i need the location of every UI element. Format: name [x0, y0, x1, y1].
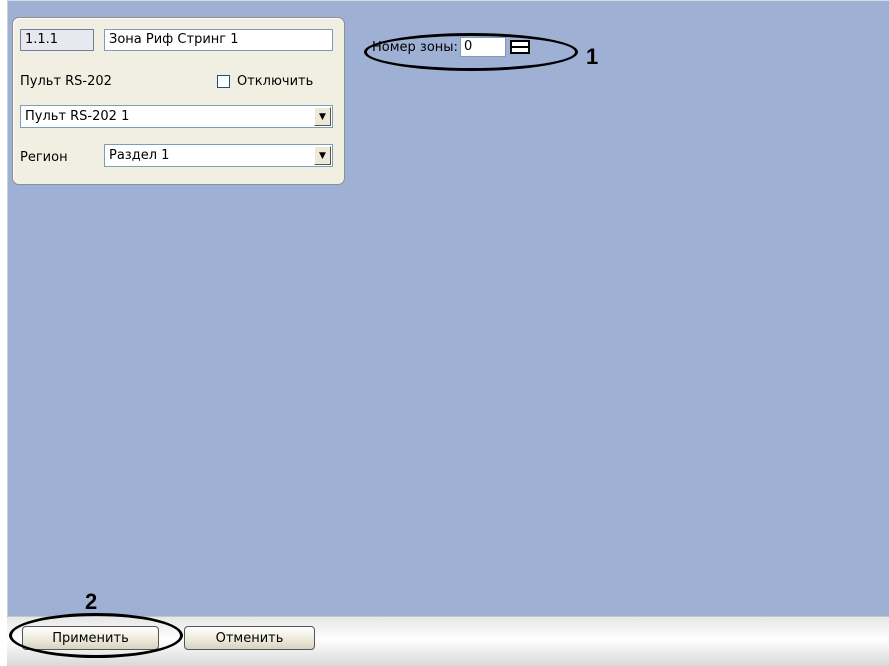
- region-select-value: Раздел 1: [109, 148, 170, 163]
- region-label: Регион: [20, 150, 68, 165]
- object-name-field[interactable]: Зона Риф Стринг 1: [104, 29, 333, 51]
- chevron-down-icon[interactable]: ▼: [314, 107, 331, 126]
- disable-checkbox-group[interactable]: Отключить: [217, 74, 313, 89]
- disable-checkbox-label: Отключить: [237, 74, 314, 89]
- console-select-value: Пульт RS-202 1: [25, 109, 130, 124]
- object-settings-panel: 1.1.1 Зона Риф Стринг 1 Пульт RS-202 Отк…: [12, 17, 345, 185]
- callout-ellipse-2: [9, 613, 183, 658]
- callout-number-1: 1: [586, 44, 599, 69]
- console-select[interactable]: Пульт RS-202 1 ▼: [20, 105, 333, 128]
- chevron-down-icon[interactable]: ▼: [314, 146, 331, 165]
- region-select[interactable]: Раздел 1 ▼: [104, 144, 333, 167]
- callout-ellipse-1: [364, 33, 578, 71]
- cancel-button[interactable]: Отменить: [184, 626, 315, 650]
- disable-checkbox[interactable]: [217, 75, 230, 88]
- callout-number-2: 2: [85, 589, 98, 614]
- console-label: Пульт RS-202: [20, 74, 112, 89]
- object-id-field[interactable]: 1.1.1: [20, 29, 94, 51]
